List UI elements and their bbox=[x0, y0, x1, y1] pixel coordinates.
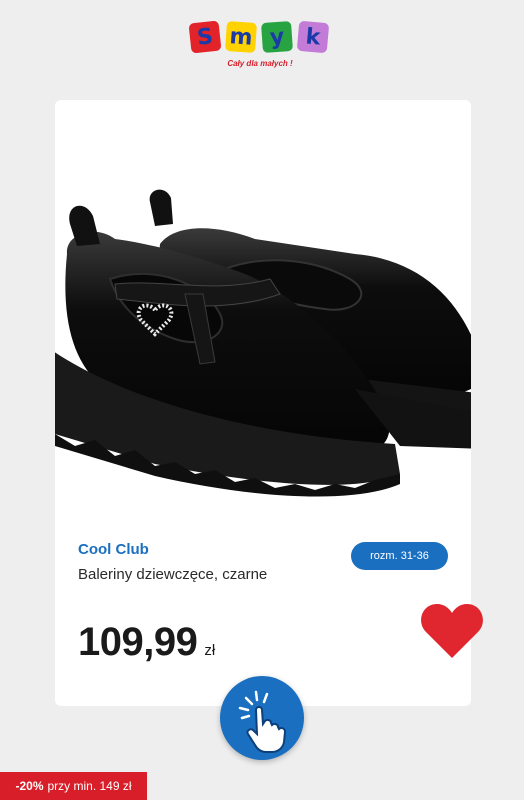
product-name: Baleriny dziewczęce, czarne bbox=[78, 566, 268, 583]
logo-letter: k bbox=[304, 23, 322, 51]
smyk-logo: S m y k Cały dla małych ! bbox=[188, 20, 332, 72]
logo-tagline: Cały dla małych ! bbox=[227, 59, 293, 68]
size-badge: rozm. 31-36 bbox=[351, 542, 448, 570]
logo-letter-tile: k bbox=[296, 20, 330, 54]
logo-letter: m bbox=[228, 23, 254, 51]
product-card[interactable]: Cool Club Baleriny dziewczęce, czarne ro… bbox=[46, 100, 485, 706]
heart-icon bbox=[421, 604, 483, 658]
price-amount: 109,99 bbox=[78, 620, 198, 664]
promo-banner[interactable]: -20% przy min. 149 zł bbox=[0, 772, 147, 800]
favorite-button[interactable] bbox=[420, 600, 484, 660]
logo-letter: S bbox=[195, 23, 215, 51]
product-brand: Cool Club bbox=[78, 541, 149, 558]
logo-letter-tile: S bbox=[188, 20, 222, 54]
logo-letter-tile: m bbox=[224, 20, 258, 54]
shoe-image bbox=[46, 189, 485, 497]
logo-letter-tile: y bbox=[260, 20, 294, 54]
product-price: 109,99 zł bbox=[78, 620, 215, 665]
promo-condition: przy min. 149 zł bbox=[47, 779, 132, 793]
tap-hand-icon bbox=[238, 690, 287, 753]
product-image[interactable] bbox=[46, 184, 485, 564]
logo-letter: y bbox=[268, 24, 286, 50]
promo-discount: -20% bbox=[15, 779, 44, 793]
price-currency: zł bbox=[204, 642, 216, 659]
tap-button[interactable] bbox=[220, 676, 304, 760]
